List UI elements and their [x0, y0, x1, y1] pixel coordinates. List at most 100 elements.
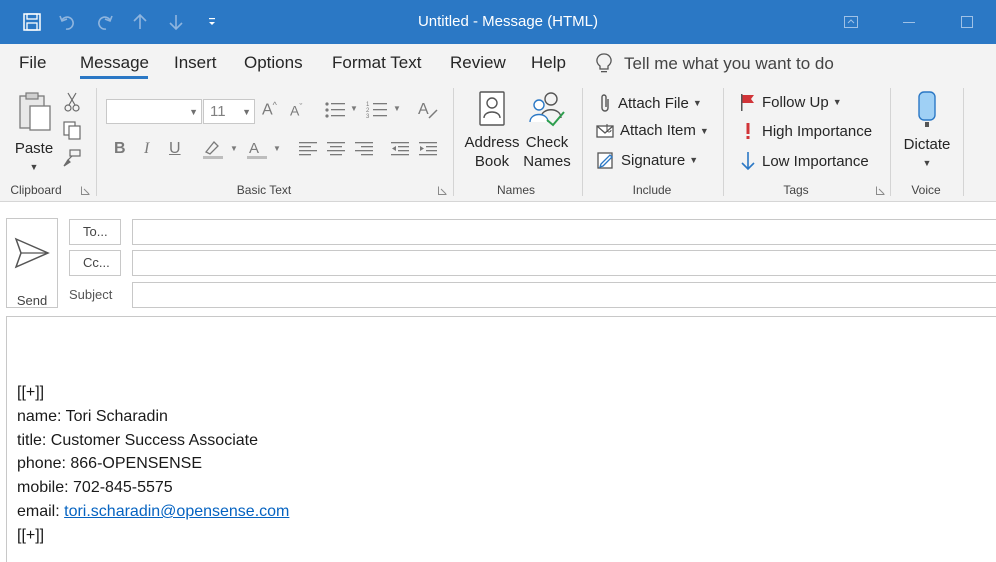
cc-button[interactable]: Cc... — [69, 250, 121, 276]
signature-dropdown-icon[interactable]: ▼ — [689, 155, 698, 165]
ribbon: Paste ▼ Clipboard ▼ 11 ▼ A^ Aˇ ▼ 1 2 3 ▼… — [0, 82, 996, 202]
follow-up-button[interactable]: Follow Up ▼ — [740, 93, 842, 111]
low-importance-icon — [741, 152, 755, 171]
signature-title-line: title: Customer Success Associate — [17, 431, 258, 449]
attach-item-icon — [596, 123, 614, 138]
check-names-label-line2: Names — [523, 153, 571, 170]
ribbon-display-icon — [844, 16, 858, 28]
paste-dropdown-icon: ▼ — [29, 162, 39, 172]
basic-text-launcher-icon[interactable] — [438, 186, 447, 195]
message-body[interactable]: [[+]] name: Tori Scharadin title: Custom… — [6, 316, 996, 562]
font-name-combo[interactable]: ▼ — [106, 99, 202, 124]
ribbon-display-options-button[interactable] — [822, 0, 880, 44]
high-importance-button[interactable]: High Importance — [740, 122, 872, 140]
tab-options[interactable]: Options — [244, 53, 303, 73]
tab-message[interactable]: Message — [80, 53, 149, 73]
tab-review[interactable]: Review — [450, 53, 506, 73]
flag-icon — [741, 94, 754, 111]
cc-input[interactable] — [132, 250, 996, 276]
clear-formatting-icon[interactable]: A — [417, 98, 439, 120]
attach-item-dropdown-icon[interactable]: ▼ — [700, 126, 709, 136]
grow-font-icon[interactable]: A^ — [262, 100, 277, 119]
shrink-font-icon[interactable]: Aˇ — [290, 102, 302, 119]
increase-indent-icon[interactable] — [418, 141, 438, 157]
to-button[interactable]: To... — [69, 219, 121, 245]
decrease-indent-icon[interactable] — [390, 141, 410, 157]
window-controls — [822, 0, 996, 44]
paste-button[interactable]: Paste ▼ — [12, 90, 56, 177]
message-body-text[interactable]: [[+]] name: Tori Scharadin title: Custom… — [17, 381, 289, 548]
attach-file-label: Attach File — [618, 94, 689, 112]
maximize-icon — [961, 16, 973, 28]
send-icon — [14, 237, 50, 269]
underline-icon[interactable]: U — [169, 140, 181, 158]
address-book-label-line1: Address — [464, 134, 520, 151]
attach-file-button[interactable]: Attach File ▼ — [598, 93, 702, 113]
attach-file-dropdown-icon[interactable]: ▼ — [693, 98, 702, 108]
email-link[interactable]: tori.scharadin@opensense.com — [64, 503, 289, 520]
send-label: Send — [16, 293, 48, 308]
tell-me-search[interactable]: Tell me what you want to do — [596, 53, 834, 75]
address-book-label-line2: Book — [474, 153, 510, 170]
tab-format-text[interactable]: Format Text — [332, 53, 421, 73]
tab-insert[interactable]: Insert — [174, 53, 217, 73]
maximize-button[interactable] — [938, 0, 996, 44]
outlook-compose-window: Untitled - Message (HTML) File Message I… — [0, 0, 996, 562]
basic-text-group-label: Basic Text — [236, 183, 292, 197]
clipboard-launcher-icon[interactable] — [81, 186, 90, 195]
font-color-dropdown-icon[interactable]: ▼ — [273, 144, 281, 153]
font-size-combo[interactable]: 11 ▼ — [203, 99, 255, 124]
highlight-icon[interactable] — [202, 138, 224, 160]
cut-icon[interactable] — [64, 92, 80, 112]
bullets-icon[interactable] — [324, 100, 346, 120]
high-importance-icon — [746, 123, 750, 139]
align-left-icon[interactable] — [298, 141, 318, 157]
font-name-dropdown-icon[interactable]: ▼ — [189, 107, 198, 117]
paste-icon — [19, 92, 51, 131]
clipboard-group-label: Clipboard — [10, 183, 62, 197]
signature-name-line: name: Tori Scharadin — [17, 407, 168, 425]
bullets-dropdown-icon[interactable]: ▼ — [350, 104, 358, 113]
title-bar: Untitled - Message (HTML) — [0, 0, 996, 44]
bold-icon[interactable]: B — [114, 140, 126, 158]
check-names-button[interactable]: Check Names — [520, 90, 574, 171]
attach-item-button[interactable]: Attach Item ▼ — [596, 122, 709, 139]
align-center-icon[interactable] — [326, 141, 346, 157]
signature-email-line: email: tori.scharadin@opensense.com — [17, 500, 289, 524]
subject-input[interactable] — [132, 282, 996, 308]
copy-icon[interactable] — [62, 120, 82, 140]
numbering-icon[interactable]: 1 2 3 — [366, 100, 388, 120]
signature-button[interactable]: Signature ▼ — [597, 151, 698, 169]
address-book-button[interactable]: Address Book — [462, 90, 522, 171]
ribbon-separator — [890, 88, 891, 196]
align-right-icon[interactable] — [354, 141, 374, 157]
svg-text:3: 3 — [366, 114, 370, 120]
tags-launcher-icon[interactable] — [876, 186, 885, 195]
low-importance-label: Low Importance — [762, 152, 869, 170]
lightbulb-icon — [596, 53, 612, 73]
send-button[interactable]: Send — [6, 218, 58, 308]
low-importance-button[interactable]: Low Importance — [740, 151, 869, 171]
follow-up-dropdown-icon[interactable]: ▼ — [833, 97, 842, 107]
font-color-icon[interactable]: A — [246, 138, 268, 160]
numbering-dropdown-icon[interactable]: ▼ — [393, 104, 401, 113]
tab-help[interactable]: Help — [531, 53, 566, 73]
dictate-dropdown-icon[interactable]: ▼ — [898, 154, 956, 173]
to-input[interactable] — [132, 219, 996, 245]
minimize-icon — [903, 22, 915, 23]
format-painter-icon[interactable] — [62, 148, 82, 168]
microphone-icon — [918, 91, 936, 127]
minimize-button[interactable] — [880, 0, 938, 44]
font-size-value: 11 — [210, 103, 226, 120]
ribbon-separator — [963, 88, 964, 196]
tab-file[interactable]: File — [19, 53, 46, 73]
italic-icon[interactable]: I — [144, 140, 149, 158]
highlight-dropdown-icon[interactable]: ▼ — [230, 144, 238, 153]
dictate-button[interactable]: Dictate ▼ — [898, 90, 956, 173]
paperclip-icon — [601, 94, 609, 112]
font-size-dropdown-icon[interactable]: ▼ — [242, 107, 251, 117]
follow-up-label: Follow Up — [762, 93, 829, 111]
signature-phone-line: phone: 866-OPENSENSE — [17, 455, 202, 473]
tags-group-label: Tags — [783, 183, 809, 197]
svg-text:A: A — [249, 140, 259, 157]
